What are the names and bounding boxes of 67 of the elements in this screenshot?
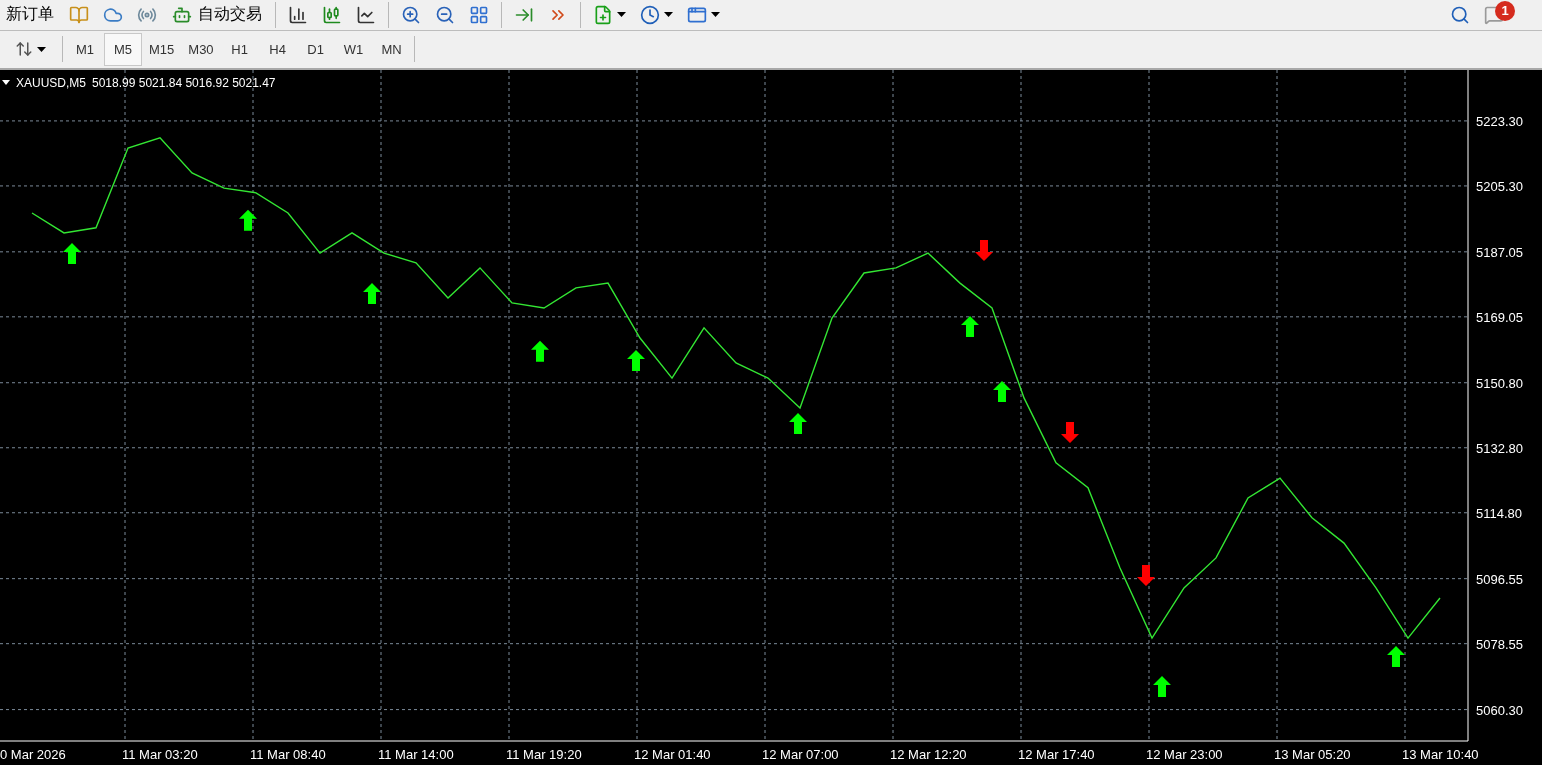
price-quote: 5018.99 5021.84 5016.92 5021.47 [92, 75, 276, 90]
axis-label: 5169.05 [1476, 309, 1523, 325]
axis-label: 12 Mar 01:40 [634, 746, 711, 762]
clock-icon [640, 4, 660, 25]
timeframe-tab[interactable]: W1 [334, 32, 373, 66]
up-arrow [993, 380, 1011, 402]
axis-label: 13 Mar 10:40 [1402, 746, 1479, 762]
axis-label: 5150.80 [1476, 375, 1523, 391]
timeframe-tab[interactable]: M15 [142, 32, 182, 66]
axis-label: 12 Mar 07:00 [762, 746, 839, 762]
axis-label: 5223.30 [1476, 113, 1523, 129]
axis-label: 5060.30 [1476, 702, 1523, 718]
up-arrow [961, 315, 979, 337]
axis-label: 5096.55 [1476, 571, 1523, 587]
arrows-icon [15, 40, 33, 59]
axis-label: 5078.55 [1476, 636, 1523, 652]
axis-label: 11 Mar 14:00 [378, 746, 454, 762]
axis-label: 5132.80 [1476, 440, 1523, 456]
candlestick-chart-icon [322, 4, 342, 25]
bar-chart-icon [288, 4, 308, 25]
caret-icon [617, 12, 626, 18]
caret-icon [711, 12, 720, 18]
axis-label: 13 Mar 05:20 [1274, 746, 1351, 762]
timeframe-tab[interactable]: H4 [258, 32, 297, 66]
messages-button[interactable]: 1 [1479, 0, 1522, 29]
up-arrow [63, 242, 81, 264]
up-arrow [627, 349, 645, 371]
zoom-out-icon [435, 4, 455, 25]
axis-label: 12 Mar 12:20 [890, 746, 967, 762]
timeframe-tab[interactable]: D1 [296, 32, 335, 66]
zoom-in-icon [401, 4, 421, 25]
axis-label: 11 Mar 03:20 [122, 746, 198, 762]
up-arrow [789, 413, 807, 434]
down-arrow [1137, 565, 1155, 586]
up-arrow [531, 340, 549, 362]
dropdown-triangle-icon[interactable] [2, 80, 10, 86]
book-icon [69, 4, 89, 25]
up-arrow [363, 283, 381, 304]
axis-label: 11 Mar 08:40 [250, 746, 326, 762]
timeframe-tab[interactable]: H1 [220, 32, 259, 66]
axis-label: 5205.30 [1476, 178, 1523, 194]
timeframe-tab[interactable]: M5 [104, 32, 142, 66]
symbol-label: XAUUSD,M5 [16, 75, 86, 90]
tile-windows-icon [469, 4, 489, 25]
timeframe-tab[interactable]: M1 [66, 32, 104, 66]
axis-label: 5187.05 [1476, 244, 1523, 260]
timeframe-tab[interactable]: M30 [181, 32, 221, 66]
timeframe-tab[interactable]: MN [372, 32, 411, 66]
new-order-button[interactable]: 新订单 [0, 0, 60, 29]
search-icon [1450, 4, 1470, 25]
axis-label: 5114.80 [1476, 505, 1523, 521]
caret-icon [664, 12, 673, 18]
axis-label: 0 Mar 2026 [0, 746, 66, 762]
line-chart-icon [356, 4, 376, 25]
chat-icon [1484, 4, 1504, 25]
up-arrow [239, 209, 257, 231]
down-arrow [1061, 421, 1079, 443]
down-arrow [975, 239, 993, 261]
up-arrow [1153, 675, 1171, 697]
up-arrow [1387, 645, 1405, 667]
axis-label: 12 Mar 23:00 [1146, 746, 1223, 762]
axis-label: 12 Mar 17:40 [1018, 746, 1095, 762]
notification-badge: 1 [1495, 0, 1515, 21]
caret-icon [37, 46, 46, 52]
auto-trading-button[interactable]: 自动交易 [166, 0, 268, 29]
file-plus-icon [593, 4, 613, 25]
axis-label: 11 Mar 19:20 [506, 746, 582, 762]
